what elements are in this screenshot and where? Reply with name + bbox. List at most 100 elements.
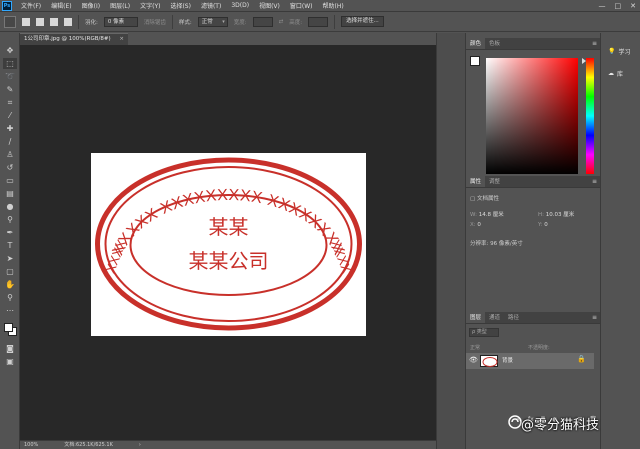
hue-slider[interactable] [586,58,594,174]
menu-view[interactable]: 视图(V) [254,1,285,10]
lasso-tool-icon[interactable]: ➰ [3,71,17,82]
tab-adjustments[interactable]: 调整 [485,176,504,187]
stamp-image[interactable]: XXXXX XXXXXXXXX XXXXXXXX XXXX XXXX 某某 某某… [91,153,366,336]
document-tab[interactable]: 1公司印章.jpg @ 100%(RGB/8#) × [20,33,128,45]
layer-row-background[interactable]: 👁 背景 🔒 [466,353,594,369]
visibility-eye-icon[interactable]: 👁 [469,356,478,364]
stamp-outer-ring [95,157,362,331]
swap-icon[interactable]: ⇄ [279,19,284,25]
healing-brush-tool-icon[interactable]: ✚ [3,123,17,134]
menu-filter[interactable]: 滤镜(T) [196,1,226,10]
menu-image[interactable]: 图像(I) [77,1,105,10]
tab-channels[interactable]: 通道 [485,312,504,323]
learn-button[interactable]: 💡 学习 [604,40,640,62]
color-spectrum[interactable] [486,58,578,174]
watermark-text: @零分猫科技 [521,418,600,433]
color-panel-tabs: 颜色 色板 ≡ [466,38,600,50]
close-tab-icon[interactable]: × [119,34,124,45]
close-window-button[interactable]: ✕ [630,2,636,10]
select-and-mask-button[interactable]: 选择并遮住... [341,16,384,27]
height-input[interactable] [308,16,329,27]
quick-mask-icon[interactable]: ◙ [3,343,17,354]
collapsed-panel-strip [436,33,466,449]
feather-input[interactable]: 0 像素 [103,16,138,27]
learn-libraries-panel: 💡 学习 ☁ 库 [604,40,640,84]
resolution-property: 分辨率: 96 像素/英寸 [470,241,523,247]
pen-tool-icon[interactable]: ✒ [3,227,17,238]
marquee-tool-preset-icon[interactable] [4,15,16,28]
stamp-line-1: 某某 [209,215,249,239]
zoom-level[interactable]: 100% [24,441,38,449]
blend-mode-select[interactable]: 正常 [470,344,480,351]
maximize-button[interactable]: □ [615,2,622,10]
tools-panel: ✥ ⬚ ➰ ✎ ⌗ ⁄ ✚ ∕ ♙ ↺ ▭ ▤ ● ⚲ ✒ T ➤ ▢ ✋ ⚲ … [0,33,20,449]
tab-properties[interactable]: 属性 [466,176,486,187]
more-tools-icon[interactable]: ⋯ [3,305,17,316]
type-tool-icon[interactable]: T [3,240,17,251]
document-properties-heading: ▢ 文档属性 [470,196,499,202]
layer-thumbnail [480,355,498,367]
intersect-selection-icon[interactable] [64,17,72,26]
clone-stamp-tool-icon[interactable]: ♙ [3,149,17,160]
menu-window[interactable]: 窗口(W) [285,1,318,10]
menu-select[interactable]: 选择(S) [165,1,196,10]
crop-tool-icon[interactable]: ⌗ [3,97,17,108]
company-seal-stamp: XXXXX XXXXXXXXX XXXXXXXX XXXX XXXX 某某 某某… [95,157,362,331]
properties-panel-tabs: 属性 调整 ≡ [466,176,600,188]
subtract-selection-icon[interactable] [50,17,58,26]
status-arrow-icon[interactable]: › [139,441,141,449]
menu-file[interactable]: 文件(F) [16,1,46,10]
libraries-icon: ☁ [608,69,614,77]
width-input[interactable] [252,16,273,27]
brush-tool-icon[interactable]: ∕ [3,136,17,147]
dodge-tool-icon[interactable]: ⚲ [3,214,17,225]
libraries-button[interactable]: ☁ 库 [604,62,640,84]
properties-panel: 属性 调整 ≡ ▢ 文档属性 W: 14.8 厘米 H: 10.03 厘米 X:… [466,176,600,306]
tab-layers[interactable]: 图层 [466,312,486,323]
panel-menu-icon[interactable]: ≡ [592,312,597,324]
divider [334,14,336,29]
hand-tool-icon[interactable]: ✋ [3,279,17,290]
blur-tool-icon[interactable]: ● [3,201,17,212]
document-tab-title: 1公司印章.jpg @ 100%(RGB/8#) [24,36,111,42]
layer-name[interactable]: 背景 [502,353,513,369]
zoom-tool-icon[interactable]: ⚲ [3,292,17,303]
menu-layer[interactable]: 图层(L) [105,1,135,10]
eyedropper-tool-icon[interactable]: ⁄ [3,110,17,121]
path-selection-tool-icon[interactable]: ➤ [3,253,17,264]
tab-color[interactable]: 颜色 [466,38,486,49]
add-selection-icon[interactable] [36,17,44,26]
style-label: 样式: [178,19,192,26]
new-selection-icon[interactable] [22,17,30,26]
width-label: 宽度: [233,19,247,26]
divider [78,14,79,29]
antialias-checkbox[interactable]: 消除锯齿 [144,18,166,26]
foreground-swatch[interactable] [470,56,480,66]
style-select[interactable]: 正常 [197,16,228,27]
width-property: W: 14.8 厘米 [470,212,504,218]
foreground-color-swatch[interactable] [4,323,13,332]
screen-mode-icon[interactable]: ▣ [3,356,17,367]
move-tool-icon[interactable]: ✥ [3,45,17,56]
rectangular-marquee-tool-icon[interactable]: ⬚ [3,58,17,69]
panel-menu-icon[interactable]: ≡ [592,176,597,188]
gradient-tool-icon[interactable]: ▤ [3,188,17,199]
menu-3d[interactable]: 3D(D) [226,2,254,9]
layer-kind-filter[interactable]: ρ 类型 [469,328,499,337]
tab-paths[interactable]: 路径 [504,312,523,323]
minimize-button[interactable]: — [599,2,606,10]
color-panel: 颜色 色板 ≡ [466,38,600,174]
panel-menu-icon[interactable]: ≡ [592,38,597,50]
tab-swatches[interactable]: 色板 [485,38,504,49]
options-bar: 羽化: 0 像素 消除锯齿 样式: 正常 宽度: ⇄ 高度: 选择并遮住... [0,12,640,32]
document-size: 文档:625.1K/625.1K [64,442,113,448]
menu-help[interactable]: 帮助(H) [318,1,349,10]
menu-edit[interactable]: 编辑(E) [46,1,76,10]
menu-type[interactable]: 文字(Y) [135,1,165,10]
quick-selection-tool-icon[interactable]: ✎ [3,84,17,95]
history-brush-tool-icon[interactable]: ↺ [3,162,17,173]
rectangle-tool-icon[interactable]: ▢ [3,266,17,277]
eraser-tool-icon[interactable]: ▭ [3,175,17,186]
x-property: X: 0 [470,222,481,228]
stamp-line-2: 某某公司 [189,249,269,273]
